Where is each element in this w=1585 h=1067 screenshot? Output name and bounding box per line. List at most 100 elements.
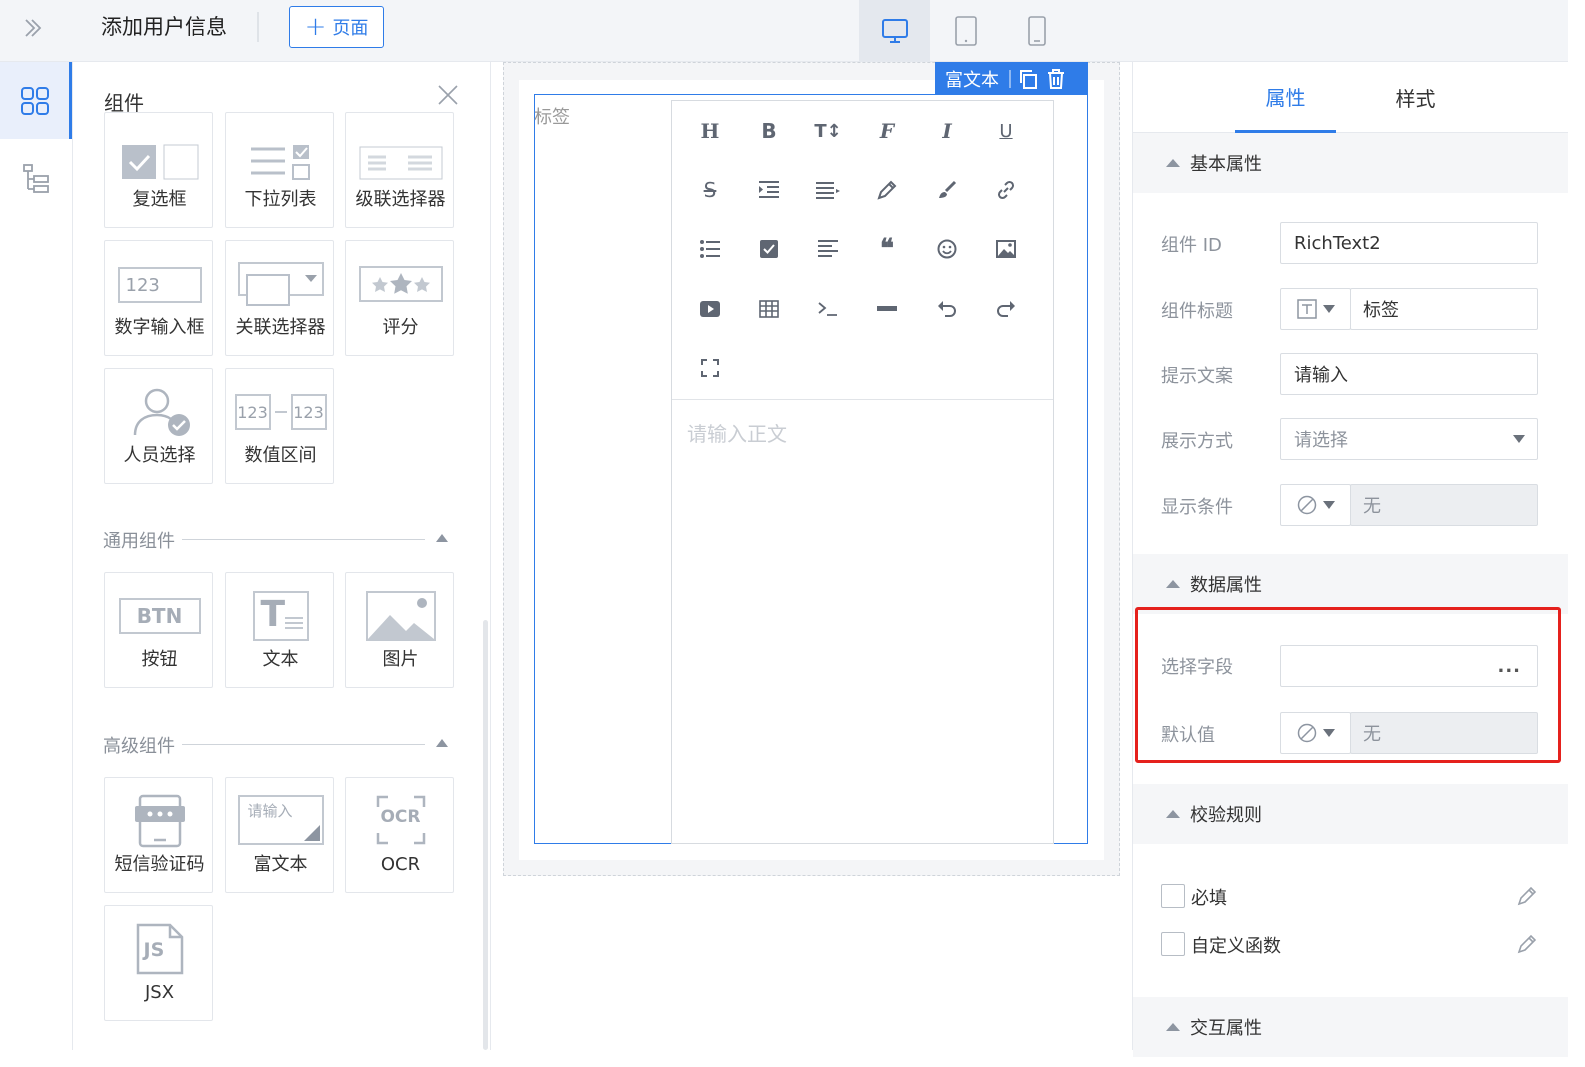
component-card-dropdown[interactable]: 下拉列表	[225, 112, 334, 228]
component-label: 复选框	[132, 189, 187, 210]
tablet-icon	[954, 16, 977, 46]
tablet-view-button[interactable]	[930, 0, 1001, 62]
rail-outline-tab[interactable]	[0, 139, 72, 216]
custom-function-checkbox[interactable]	[1161, 932, 1185, 956]
button-icon: BTN	[105, 573, 214, 647]
chevron-down-icon	[1322, 501, 1335, 509]
component-card-button[interactable]: BTN 按钮	[104, 572, 213, 688]
mobile-view-button[interactable]	[1001, 0, 1072, 62]
pen-icon[interactable]	[872, 175, 902, 205]
font-family-button[interactable]: F	[872, 116, 902, 146]
desktop-view-button[interactable]	[859, 0, 930, 62]
checkbox-icon	[105, 139, 214, 187]
video-icon[interactable]	[695, 294, 725, 324]
group-header-validation[interactable]: 校验规则	[1133, 784, 1568, 844]
editor-toolbar-divider	[672, 399, 1053, 400]
group-header-data[interactable]: 数据属性	[1133, 554, 1568, 614]
link-icon[interactable]	[991, 175, 1021, 205]
component-label: 评分	[382, 317, 419, 338]
underline-button[interactable]: U	[991, 116, 1021, 146]
component-card-relation-select[interactable]: 关联选择器	[225, 240, 334, 356]
emoji-icon[interactable]	[932, 234, 962, 264]
text-icon: T	[226, 573, 335, 647]
display-mode-select[interactable]: 请选择	[1280, 418, 1538, 460]
collapse-arrow-icon	[1166, 1023, 1180, 1031]
edit-icon[interactable]	[1516, 885, 1538, 907]
component-card-text[interactable]: T 文本	[225, 572, 334, 688]
trash-icon[interactable]	[1045, 68, 1067, 90]
component-card-number-input[interactable]: 123 数字输入框	[104, 240, 213, 356]
copy-icon[interactable]	[1017, 68, 1039, 90]
component-card-number-range[interactable]: 123 123 数值区间	[225, 368, 334, 484]
panel-scrollbar[interactable]	[483, 620, 488, 1050]
hint-input[interactable]: 请输入	[1280, 353, 1538, 395]
component-card-checkbox[interactable]: 复选框	[104, 112, 213, 228]
table-icon[interactable]	[754, 294, 784, 324]
grid-icon	[20, 86, 49, 115]
field-label-display-mode: 展示方式	[1161, 431, 1233, 452]
edit-icon[interactable]	[1516, 933, 1538, 955]
condition-type-select[interactable]	[1280, 484, 1351, 526]
toolbar-divider	[257, 12, 259, 42]
brush-icon[interactable]	[932, 175, 962, 205]
rail-components-tab[interactable]	[0, 62, 72, 139]
tab-style[interactable]: 样式	[1365, 62, 1466, 133]
image-icon[interactable]	[991, 234, 1021, 264]
component-card-image[interactable]: 图片	[345, 572, 454, 688]
page-title: 添加用户信息	[101, 15, 227, 39]
component-card-jsx[interactable]: JS JSX	[104, 905, 213, 1021]
group-header-basic[interactable]: 基本属性	[1133, 133, 1568, 193]
component-label: 级联选择器	[355, 189, 446, 210]
close-icon[interactable]	[436, 83, 460, 107]
tab-properties[interactable]: 属性	[1235, 62, 1336, 133]
component-id-input[interactable]: RichText2	[1280, 222, 1538, 264]
required-checkbox[interactable]	[1161, 884, 1185, 908]
component-card-sms-code[interactable]: 短信验证码	[104, 777, 213, 893]
indent-icon[interactable]	[754, 175, 784, 205]
quote-icon[interactable]: ❝	[872, 234, 902, 264]
check-icon[interactable]	[754, 234, 784, 264]
add-page-button[interactable]: + 页面	[289, 6, 384, 48]
selected-component-name: 富文本	[945, 69, 999, 91]
fullscreen-icon[interactable]	[695, 353, 725, 383]
undo-icon[interactable]	[932, 294, 962, 324]
component-card-ocr[interactable]: OCR OCR	[345, 777, 454, 893]
field-label: 标签	[534, 107, 570, 128]
code-icon[interactable]	[813, 294, 843, 324]
component-label: 短信验证码	[114, 854, 205, 875]
richtext-editor[interactable]	[671, 100, 1054, 844]
collapse-arrow-icon[interactable]	[436, 534, 448, 542]
properties-tabs	[1133, 62, 1568, 133]
heading-button[interactable]: H	[695, 116, 725, 146]
italic-button[interactable]: I	[932, 116, 962, 146]
list-icon[interactable]	[695, 234, 725, 264]
component-card-cascader[interactable]: 级联选择器	[345, 112, 454, 228]
paragraph-icon[interactable]	[813, 234, 843, 264]
title-type-select[interactable]	[1280, 288, 1351, 330]
field-label-display-condition: 显示条件	[1161, 497, 1233, 518]
group-title: 校验规则	[1190, 805, 1262, 826]
component-card-rating[interactable]: 评分	[345, 240, 454, 356]
strikethrough-button[interactable]: S	[695, 175, 725, 205]
bold-button[interactable]: B	[754, 116, 784, 146]
component-title-input[interactable]: 标签	[1350, 288, 1538, 330]
component-label: 图片	[382, 649, 419, 670]
component-label: OCR	[380, 854, 421, 875]
component-card-richtext[interactable]: 请输入 富文本	[225, 777, 334, 893]
collapse-arrow-icon[interactable]	[436, 739, 448, 747]
component-card-person-select[interactable]: 人员选择	[104, 368, 213, 484]
rule-label-required: 必填	[1191, 888, 1227, 909]
top-bar	[0, 0, 1568, 62]
group-header-interaction[interactable]: 交互属性	[1133, 997, 1568, 1057]
field-label-hint: 提示文案	[1161, 366, 1233, 387]
redo-icon[interactable]	[991, 294, 1021, 324]
font-size-button[interactable]: T↕	[813, 116, 843, 146]
text-type-icon	[1296, 299, 1317, 319]
double-chevron-right-icon[interactable]	[18, 13, 48, 43]
sms-code-icon	[105, 778, 214, 852]
align-icon[interactable]	[813, 175, 843, 205]
editor-placeholder[interactable]: 请输入正文	[687, 418, 787, 447]
highlight-box	[1135, 607, 1561, 763]
section-title-advanced: 高级组件	[103, 736, 175, 757]
hr-icon[interactable]	[872, 294, 902, 324]
